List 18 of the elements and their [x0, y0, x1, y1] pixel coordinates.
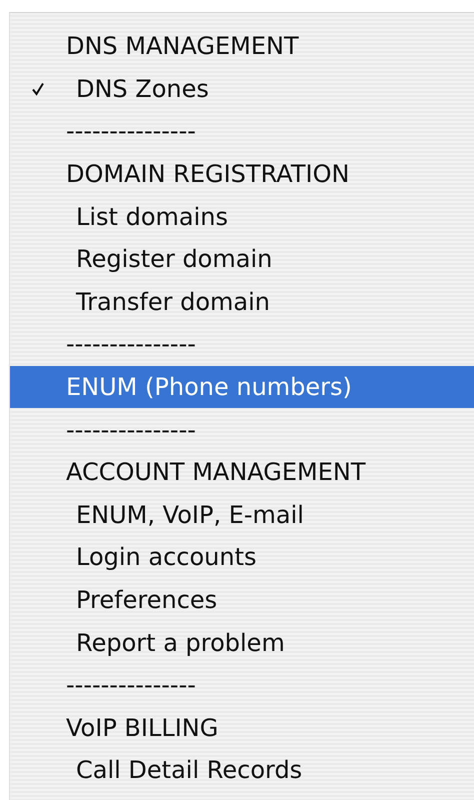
menu-separator[interactable]: --------------- [10, 664, 474, 706]
menu-item[interactable]: DNS Zones [10, 68, 474, 110]
menu-item[interactable]: Call Detail Records [10, 749, 474, 792]
menu-item[interactable]: List domains [10, 195, 474, 238]
menu-separator[interactable]: --------------- [10, 323, 474, 366]
menu-item[interactable]: VoIP BILLING [10, 706, 474, 750]
menu-item[interactable]: ENUM (Phone numbers) [10, 366, 474, 408]
menu-item[interactable]: Preferences [10, 578, 474, 622]
menu-item[interactable]: DNS MANAGEMENT [10, 25, 474, 68]
menu-item[interactable]: Login accounts [10, 536, 474, 579]
menu-separator[interactable]: --------------- [10, 110, 474, 153]
menu-item[interactable]: Report a problem [10, 621, 474, 664]
menu-separator[interactable]: --------------- [10, 408, 474, 451]
menu-item[interactable]: DOMAIN REGISTRATION [10, 152, 474, 196]
menu-item[interactable]: ENUM, VoIP, E-mail [10, 494, 474, 536]
menu-item[interactable]: Register domain [10, 238, 474, 281]
menu-item[interactable]: ACCOUNT MANAGEMENT [10, 450, 474, 494]
menu-item[interactable]: Transfer domain [10, 280, 474, 324]
